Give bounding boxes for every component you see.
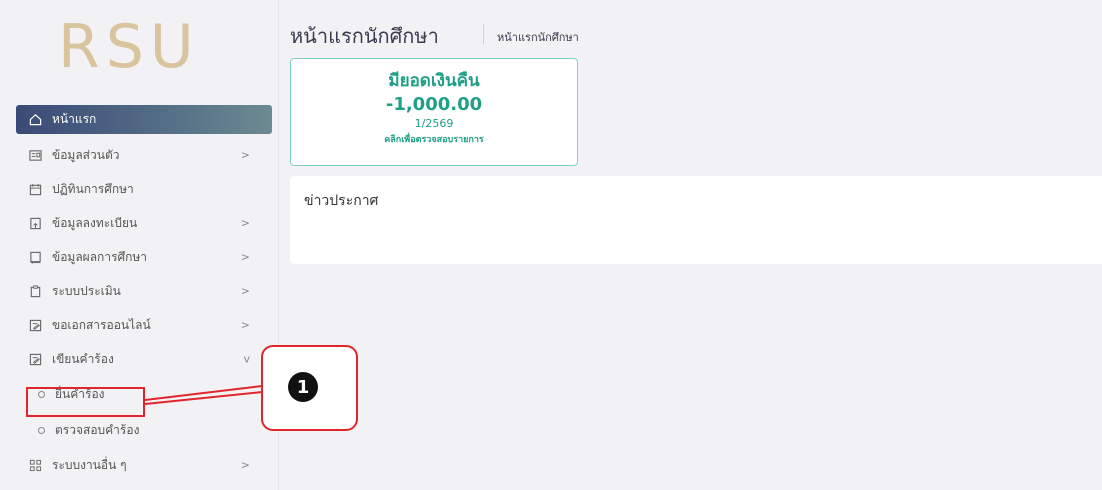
register-icon — [28, 216, 42, 230]
sidebar-item-online-documents[interactable]: ขอเอกสารออนไลน์ > — [16, 308, 272, 342]
chevron-right-icon: > — [240, 250, 250, 264]
header-divider — [483, 24, 484, 44]
sidebar-menu: หน้าแรก ข้อมูลส่วนตัว > ปฏิทินการศึกษา ข… — [16, 105, 272, 482]
annotation-highlight-box — [26, 387, 145, 417]
sidebar-item-label: ระบบประเมิน — [52, 283, 121, 298]
page-title: หน้าแรกนักศึกษา — [290, 24, 439, 48]
refund-details-link[interactable]: คลิกเพื่อตรวจสอบรายการ — [291, 132, 577, 146]
sidebar-item-write-petition[interactable]: เขียนคำร้อง v — [16, 342, 272, 376]
sidebar-item-home[interactable]: หน้าแรก — [16, 105, 272, 134]
sidebar-item-grades[interactable]: ข้อมูลผลการศึกษา > — [16, 240, 272, 274]
chevron-right-icon: > — [240, 148, 250, 162]
news-panel: ข่าวประกาศ — [290, 176, 1102, 264]
book-icon — [28, 250, 42, 264]
sidebar-item-label: ปฏิทินการศึกษา — [52, 181, 134, 196]
sidebar-item-label: ข้อมูลส่วนตัว — [52, 147, 120, 162]
refund-card[interactable]: มียอดเงินคืน -1,000.00 1/2569 คลิกเพื่อต… — [290, 58, 578, 166]
edit-doc-icon — [28, 352, 42, 366]
id-card-icon — [28, 148, 42, 162]
sidebar-item-label: ขอเอกสารออนไลน์ — [52, 317, 151, 332]
clipboard-icon — [28, 284, 42, 298]
annotation-callout: 1 — [261, 345, 358, 431]
sidebar-item-other-systems[interactable]: ระบบงานอื่น ๆ > — [16, 448, 272, 482]
chevron-right-icon: > — [240, 284, 250, 298]
grid-icon — [28, 458, 42, 472]
sidebar-item-label: ข้อมูลผลการศึกษา — [52, 249, 148, 264]
rsu-logo: RSU — [58, 12, 200, 82]
sidebar-item-label: ตรวจสอบคำร้อง — [55, 422, 140, 437]
refund-amount: -1,000.00 — [385, 94, 483, 115]
chevron-right-icon: > — [240, 458, 250, 472]
edit-doc-icon — [28, 318, 42, 332]
bullet-circle-icon — [38, 426, 45, 434]
sidebar-item-label: เขียนคำร้อง — [52, 351, 114, 366]
sidebar-item-evaluation[interactable]: ระบบประเมิน > — [16, 274, 272, 308]
home-icon — [28, 113, 42, 127]
breadcrumb: หน้าแรกนักศึกษา — [497, 31, 579, 44]
sidebar-item-label: ข้อมูลลงทะเบียน — [52, 215, 138, 230]
step-number-badge: 1 — [288, 372, 318, 402]
refund-heading: มียอดเงินคืน — [388, 71, 480, 91]
sidebar-item-label: ระบบงานอื่น ๆ — [52, 457, 127, 472]
news-title: ข่าวประกาศ — [304, 193, 379, 209]
chevron-right-icon: > — [240, 216, 250, 230]
calendar-icon — [28, 182, 42, 196]
sidebar-item-registration[interactable]: ข้อมูลลงทะเบียน > — [16, 206, 272, 240]
chevron-right-icon: > — [240, 318, 250, 332]
chevron-down-icon: v — [243, 352, 250, 366]
sidebar-item-personal-info[interactable]: ข้อมูลส่วนตัว > — [16, 138, 272, 172]
sidebar-item-label: หน้าแรก — [52, 112, 97, 126]
sidebar-item-academic-calendar[interactable]: ปฏิทินการศึกษา — [16, 172, 272, 206]
refund-term: 1/2569 — [414, 117, 454, 130]
sidebar-subitem-check-petition[interactable]: ตรวจสอบคำร้อง — [16, 412, 272, 448]
